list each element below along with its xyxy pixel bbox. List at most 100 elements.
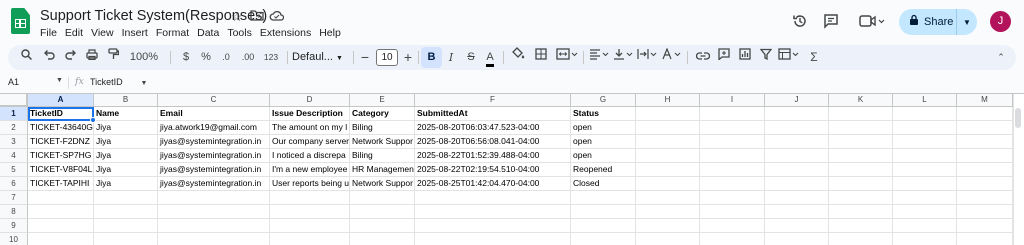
row-header[interactable]: 10 — [0, 233, 28, 245]
column-header-m[interactable]: M — [957, 94, 1013, 107]
menu-edit[interactable]: Edit — [61, 26, 87, 40]
column-header-e[interactable]: E — [350, 94, 415, 107]
cell[interactable] — [636, 135, 700, 149]
cell[interactable] — [700, 121, 765, 135]
cell[interactable] — [636, 191, 700, 205]
data-cell[interactable]: jiya.atwork19@gmail.com — [158, 121, 270, 135]
row-header[interactable]: 5 — [0, 163, 28, 177]
data-cell[interactable]: open — [571, 149, 636, 163]
data-cell[interactable]: User reports being u — [270, 177, 350, 191]
move-folder-icon[interactable] — [249, 9, 265, 25]
data-cell[interactable]: Jiya — [94, 149, 158, 163]
cell[interactable] — [765, 177, 829, 191]
menu-tools[interactable]: Tools — [223, 26, 256, 40]
cell[interactable] — [957, 107, 1013, 121]
cell[interactable] — [765, 205, 829, 219]
data-cell[interactable]: 2025-08-22T01:52:39.488-04:00 — [415, 149, 571, 163]
functions-icon[interactable]: Σ — [806, 45, 822, 70]
cell[interactable] — [893, 107, 957, 121]
cell[interactable] — [829, 191, 893, 205]
share-button[interactable]: Share ▼ — [899, 9, 977, 35]
cell[interactable] — [158, 191, 270, 205]
header-cell[interactable]: Issue Description — [270, 107, 350, 121]
cell[interactable] — [94, 219, 158, 233]
cell[interactable] — [636, 107, 700, 121]
cell[interactable] — [765, 219, 829, 233]
cell[interactable] — [350, 191, 415, 205]
menu-extensions[interactable]: Extensions — [256, 26, 315, 40]
column-header-i[interactable]: I — [700, 94, 765, 107]
data-cell[interactable]: Biling — [350, 149, 415, 163]
cell[interactable] — [829, 233, 893, 245]
spreadsheet-grid[interactable]: A B C D E F G H I J K L M 1 TicketID Name Email Issue Des… — [0, 93, 1024, 245]
data-cell[interactable]: 2025-08-20T06:03:47.523-04:00 — [415, 121, 571, 135]
cell[interactable] — [350, 233, 415, 245]
cell[interactable] — [158, 219, 270, 233]
data-cell[interactable]: Jiya — [94, 135, 158, 149]
cell[interactable] — [765, 135, 829, 149]
menu-insert[interactable]: Insert — [118, 26, 152, 40]
data-cell[interactable]: Our company server — [270, 135, 350, 149]
data-cell[interactable]: TICKET-TAPIHI — [28, 177, 94, 191]
cell[interactable] — [270, 233, 350, 245]
vertical-align-icon[interactable] — [612, 45, 634, 70]
data-cell[interactable]: Jiya — [94, 177, 158, 191]
column-header-l[interactable]: L — [893, 94, 957, 107]
data-cell[interactable]: jiyas@systemintegration.in — [158, 135, 270, 149]
cell[interactable] — [94, 191, 158, 205]
row-header[interactable]: 9 — [0, 219, 28, 233]
cell[interactable] — [765, 121, 829, 135]
cell[interactable] — [28, 219, 94, 233]
cell[interactable] — [893, 219, 957, 233]
cell[interactable] — [571, 205, 636, 219]
cell[interactable] — [636, 219, 700, 233]
data-cell[interactable]: Network Suppor — [350, 135, 415, 149]
cell[interactable] — [571, 233, 636, 245]
cell[interactable] — [829, 107, 893, 121]
number-format-button[interactable]: 123 — [262, 45, 280, 70]
cell[interactable] — [700, 205, 765, 219]
cell[interactable] — [415, 219, 571, 233]
column-header-b[interactable]: B — [94, 94, 158, 107]
zoom-select[interactable]: 100% ▼ — [126, 45, 162, 87]
decrease-decimal-button[interactable]: .0 — [218, 45, 234, 70]
column-header-d[interactable]: D — [270, 94, 350, 107]
menu-help[interactable]: Help — [315, 26, 345, 40]
cell[interactable] — [415, 233, 571, 245]
format-currency-button[interactable]: $ — [180, 45, 192, 70]
data-cell[interactable]: Biling — [350, 121, 415, 135]
select-all-corner[interactable] — [0, 94, 28, 107]
filter-views-icon[interactable] — [777, 45, 801, 70]
cell[interactable] — [636, 233, 700, 245]
cell[interactable] — [957, 163, 1013, 177]
header-cell[interactable]: SubmittedAt — [415, 107, 571, 121]
menu-format[interactable]: Format — [152, 26, 193, 40]
cell[interactable] — [957, 233, 1013, 245]
cell[interactable] — [957, 219, 1013, 233]
cell[interactable] — [270, 219, 350, 233]
borders-icon[interactable] — [533, 45, 549, 70]
text-wrapping-icon[interactable] — [636, 45, 658, 70]
data-cell[interactable]: Closed — [571, 177, 636, 191]
cell[interactable] — [700, 219, 765, 233]
cell[interactable] — [28, 233, 94, 245]
comments-icon[interactable] — [822, 13, 840, 31]
meet-video-icon[interactable] — [858, 13, 886, 31]
name-box-caret-icon[interactable]: ▼ — [56, 77, 63, 84]
paint-format-icon[interactable] — [105, 45, 121, 70]
sheets-logo-icon[interactable] — [11, 8, 30, 34]
cell[interactable] — [829, 149, 893, 163]
decrease-font-size-button[interactable]: − — [358, 45, 372, 70]
insert-link-icon[interactable] — [694, 45, 712, 70]
fill-color-icon[interactable] — [510, 45, 526, 70]
cell[interactable] — [415, 191, 571, 205]
cell[interactable] — [158, 233, 270, 245]
cell[interactable] — [571, 191, 636, 205]
text-rotation-icon[interactable] — [660, 45, 682, 70]
cell[interactable] — [270, 191, 350, 205]
data-cell[interactable]: Reopened — [571, 163, 636, 177]
insert-chart-icon[interactable] — [736, 45, 754, 70]
header-cell[interactable]: Name — [94, 107, 158, 121]
cell[interactable] — [700, 177, 765, 191]
cell[interactable] — [94, 233, 158, 245]
